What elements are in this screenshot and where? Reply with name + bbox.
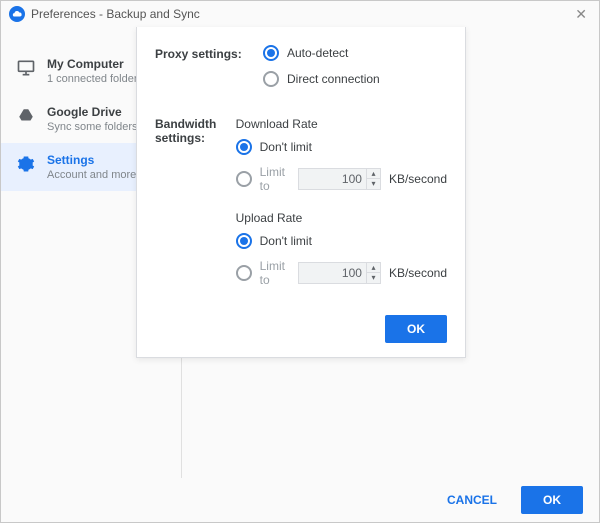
monitor-icon — [15, 57, 37, 79]
cloud-icon — [12, 9, 22, 19]
sidebar-item-label: My Computer — [47, 57, 138, 71]
stepper-down-icon[interactable]: ▾ — [367, 273, 380, 283]
proxy-label: Proxy settings: — [155, 45, 263, 97]
stepper[interactable]: ▴ ▾ — [366, 263, 380, 283]
main: My Computer 1 connected folder Google Dr… — [1, 27, 599, 478]
settings-panel: Proxy settings: Auto-detect Direct conne… — [136, 27, 466, 358]
cancel-button[interactable]: CANCEL — [433, 486, 511, 514]
upload-block: Upload Rate Don't limit Limit to ▴ — [236, 211, 447, 287]
radio-icon[interactable] — [236, 171, 252, 187]
download-rate-title: Download Rate — [236, 117, 447, 131]
upload-dont-limit-option[interactable]: Don't limit — [236, 233, 447, 249]
option-label: Don't limit — [260, 234, 312, 248]
stepper-up-icon[interactable]: ▴ — [367, 169, 380, 179]
radio-icon[interactable] — [263, 71, 279, 87]
proxy-direct-option[interactable]: Direct connection — [263, 71, 447, 87]
option-label: Auto-detect — [287, 46, 348, 60]
upload-limit-to-option[interactable]: Limit to ▴ ▾ KB/second — [236, 259, 447, 287]
upload-limit-value[interactable] — [299, 266, 366, 280]
sidebar-item-sub: Sync some folders — [47, 121, 137, 133]
download-limit-to-option[interactable]: Limit to ▴ ▾ KB/second — [236, 165, 447, 193]
stepper-up-icon[interactable]: ▴ — [367, 263, 380, 273]
proxy-row: Proxy settings: Auto-detect Direct conne… — [155, 45, 447, 97]
stepper-down-icon[interactable]: ▾ — [367, 179, 380, 189]
app-cloud-icon — [9, 6, 25, 22]
sidebar-item-label: Settings — [47, 153, 136, 167]
stepper[interactable]: ▴ ▾ — [366, 169, 380, 189]
option-label: Direct connection — [287, 72, 380, 86]
titlebar: Preferences - Backup and Sync ✕ — [1, 1, 599, 27]
gear-icon — [15, 153, 37, 175]
unit-label: KB/second — [389, 266, 447, 280]
upload-limit-input[interactable]: ▴ ▾ — [298, 262, 381, 284]
option-label: Don't limit — [260, 140, 312, 154]
bottombar: CANCEL OK — [1, 478, 599, 522]
drive-icon — [15, 105, 37, 127]
proxy-auto-option[interactable]: Auto-detect — [263, 45, 447, 61]
sidebar-item-sub: Account and more — [47, 169, 136, 181]
download-limit-input[interactable]: ▴ ▾ — [298, 168, 381, 190]
upload-rate-title: Upload Rate — [236, 211, 447, 225]
radio-icon[interactable] — [236, 139, 252, 155]
panel-footer: OK — [155, 315, 447, 343]
panel-ok-button[interactable]: OK — [385, 315, 447, 343]
sidebar-item-label: Google Drive — [47, 105, 137, 119]
download-block: Download Rate Don't limit Limit to ▴ — [236, 117, 447, 193]
unit-label: KB/second — [389, 172, 447, 186]
radio-icon[interactable] — [236, 233, 252, 249]
bandwidth-label: Bandwidth settings: — [155, 115, 236, 297]
close-icon[interactable]: ✕ — [571, 6, 591, 23]
option-label: Limit to — [260, 165, 295, 193]
radio-icon[interactable] — [263, 45, 279, 61]
sidebar-item-sub: 1 connected folder — [47, 73, 138, 85]
content-area: Proxy settings: Auto-detect Direct conne… — [181, 27, 599, 478]
download-dont-limit-option[interactable]: Don't limit — [236, 139, 447, 155]
bandwidth-row: Bandwidth settings: Download Rate Don't … — [155, 115, 447, 297]
radio-icon[interactable] — [236, 265, 252, 281]
ok-button[interactable]: OK — [521, 486, 583, 514]
option-label: Limit to — [260, 259, 295, 287]
window-title: Preferences - Backup and Sync — [31, 7, 200, 21]
download-limit-value[interactable] — [299, 172, 366, 186]
